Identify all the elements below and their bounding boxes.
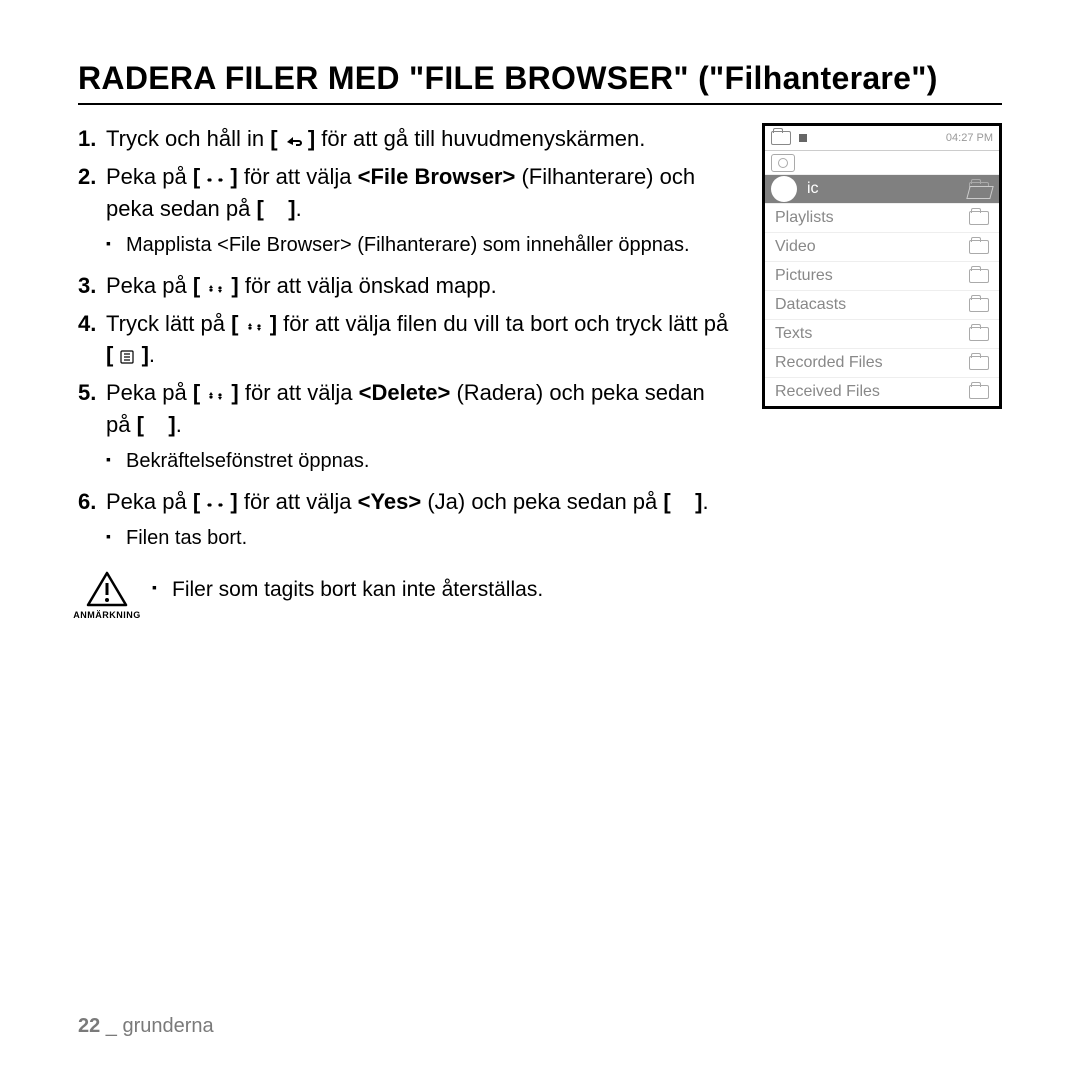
step-number: 4. <box>78 308 106 372</box>
up-down-icon <box>206 282 225 296</box>
instructions: 1. Tryck och håll in [ ] för att gå till… <box>78 123 734 622</box>
list-item-label: Texts <box>775 325 812 343</box>
bracket-open: [ <box>106 342 113 367</box>
bracket-close: ] <box>288 196 295 221</box>
bullet-icon: ▪ <box>152 575 172 605</box>
bracket-close: ] <box>168 412 175 437</box>
warning-icon <box>86 571 128 607</box>
step-number: 1. <box>78 123 106 155</box>
step-text: för att välja <box>238 489 358 514</box>
list-item-label: ic <box>807 180 819 198</box>
bracket-open: [ <box>256 196 263 221</box>
list-item[interactable]: Texts <box>765 319 999 348</box>
camera-icon <box>771 154 795 172</box>
folder-icon <box>969 269 989 283</box>
bracket-open: [ <box>193 380 200 405</box>
bracket-open: [ <box>231 311 238 336</box>
step-text: Peka på <box>106 164 193 189</box>
bullet-icon: ▪ <box>106 447 126 476</box>
note-label: ANMÄRKNING <box>73 609 141 622</box>
folder-icon <box>969 211 989 225</box>
step-number: 6. <box>78 486 106 518</box>
step-text: för att välja <box>239 380 359 405</box>
list-item-label: Received Files <box>775 383 880 401</box>
folder-icon <box>969 356 989 370</box>
step-text: Tryck lätt på <box>106 311 231 336</box>
bracket-open: [ <box>193 164 200 189</box>
step-text: . <box>296 196 302 221</box>
page-number: 22 <box>78 1015 100 1037</box>
sub-text: Bekräftelsefönstret öppnas. <box>126 447 369 476</box>
bracket-open: [ <box>193 273 200 298</box>
step-text: Peka på <box>106 273 193 298</box>
step-text: för att välja <box>238 164 358 189</box>
step-text: . <box>176 412 182 437</box>
step-text: Peka på <box>106 489 193 514</box>
left-right-icon <box>206 498 224 512</box>
bracket-close: ] <box>695 489 702 514</box>
list-item-selected[interactable]: ic <box>765 174 999 203</box>
list-item-label: Recorded Files <box>775 354 883 372</box>
list-item[interactable]: Pictures <box>765 261 999 290</box>
bullet-icon: ▪ <box>106 231 126 260</box>
list-item[interactable]: Playlists <box>765 203 999 232</box>
sub-text: Filen tas bort. <box>126 524 247 553</box>
step-text: Tryck och håll in <box>106 126 270 151</box>
page-footer: 22 _ grunderna <box>78 1015 214 1038</box>
step-number: 3. <box>78 270 106 302</box>
back-icon <box>284 135 302 149</box>
folder-icon <box>969 327 989 341</box>
note-text: Filer som tagits bort kan inte återställ… <box>172 575 543 605</box>
left-right-icon <box>206 173 224 187</box>
footer-sep: _ <box>100 1015 122 1037</box>
step-text: . <box>703 489 709 514</box>
bracket-open: [ <box>137 412 144 437</box>
list-item[interactable]: Recorded Files <box>765 348 999 377</box>
step-text: Peka på <box>106 380 193 405</box>
step-text: för att gå till huvudmenyskärmen. <box>315 126 645 151</box>
list-item[interactable]: Video <box>765 232 999 261</box>
step-number: 2. <box>78 161 106 225</box>
list-item[interactable]: Received Files <box>765 377 999 406</box>
step-bold: <Yes> <box>358 489 422 514</box>
step-text: för att välja önskad mapp. <box>239 273 497 298</box>
footer-section: grunderna <box>123 1015 214 1037</box>
step-text: för att välja filen du vill ta bort och … <box>277 311 728 336</box>
selection-indicator <box>771 176 797 202</box>
bracket-close: ] <box>142 342 149 367</box>
up-down-icon <box>206 389 225 403</box>
clock-label: 04:27 PM <box>946 132 993 144</box>
status-icon <box>799 134 807 142</box>
sub-text: Mapplista <File Browser> (Filhanterare) … <box>126 231 690 260</box>
folder-icon <box>771 131 791 145</box>
menu-icon <box>119 349 135 365</box>
page-title: RADERA FILER MED "FILE BROWSER" ("Filhan… <box>78 60 1002 105</box>
bracket-close: ] <box>230 489 237 514</box>
list-item-label: Playlists <box>775 209 834 227</box>
folder-icon <box>969 240 989 254</box>
device-screen: 04:27 PM ic Playlists Video Pictures Dat… <box>762 123 1002 409</box>
step-number: 5. <box>78 377 106 441</box>
list-item-label: Pictures <box>775 267 833 285</box>
step-bold: <Delete> <box>359 380 451 405</box>
up-down-icon <box>245 320 264 334</box>
list-item[interactable]: Datacasts <box>765 290 999 319</box>
folder-open-icon <box>969 182 989 196</box>
folder-icon <box>969 385 989 399</box>
bracket-open: [ <box>193 489 200 514</box>
folder-icon <box>969 298 989 312</box>
step-text: . <box>149 342 155 367</box>
step-bold: <File Browser> <box>358 164 516 189</box>
bracket-close: ] <box>231 273 238 298</box>
list-item-label: Video <box>775 238 816 256</box>
bracket-close: ] <box>230 164 237 189</box>
bracket-close: ] <box>270 311 277 336</box>
bracket-open: [ <box>270 126 277 151</box>
bracket-close: ] <box>231 380 238 405</box>
bracket-open: [ <box>663 489 670 514</box>
list-item-label: Datacasts <box>775 296 846 314</box>
bullet-icon: ▪ <box>106 524 126 553</box>
step-text: (Ja) och peka sedan på <box>421 489 663 514</box>
